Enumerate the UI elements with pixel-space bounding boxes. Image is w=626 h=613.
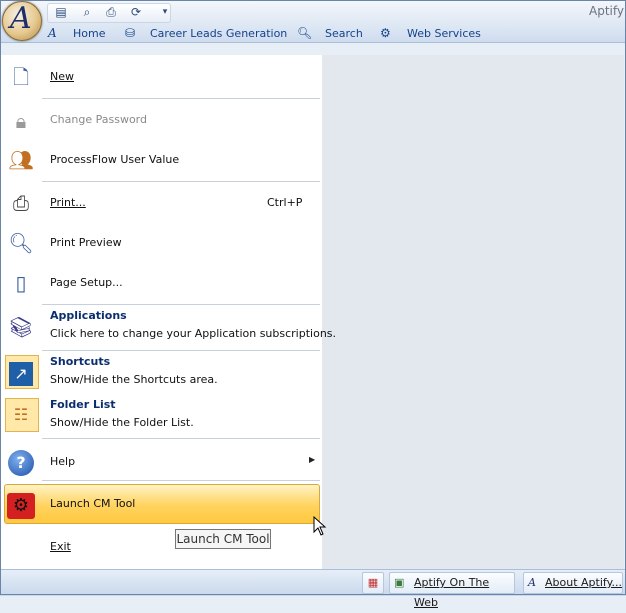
preview-icon[interactable]: ⌕	[77, 2, 97, 22]
aptify-on-the-web-label: Aptify On The Web	[414, 576, 490, 609]
folder-list-description: Show/Hide the Folder List.	[50, 416, 194, 429]
menu-separator	[42, 98, 320, 99]
menu-item-print[interactable]: Print...	[50, 196, 86, 209]
menu-item-page-setup[interactable]: Page Setup...	[50, 276, 123, 289]
database-icon: ⛁	[125, 26, 136, 40]
search-icon: 🔍︎	[297, 26, 313, 40]
menu-item-help[interactable]: Help	[50, 455, 75, 468]
about-aptify-label: About Aptify...	[545, 576, 623, 589]
menu-separator	[42, 304, 320, 305]
shortcut-arrow-icon: ↗	[6, 357, 36, 387]
aptify-small-icon: A	[528, 576, 536, 589]
tab-home[interactable]: Home	[73, 27, 105, 40]
refresh-icon[interactable]: ⟳	[126, 2, 146, 22]
document-icon[interactable]: ▤	[51, 2, 71, 22]
cm-tool-gear-icon: ⚙	[6, 489, 36, 519]
menu-separator	[42, 350, 320, 351]
recent-items-area	[322, 55, 624, 569]
applications-books-icon: 📚︎	[8, 315, 34, 339]
print-shortcut-label: Ctrl+P	[267, 196, 303, 209]
print-icon[interactable]: ⎙	[101, 2, 121, 22]
dropdown-icon[interactable]: ▾	[155, 2, 175, 22]
window-title: Aptify	[589, 4, 624, 18]
menu-item-shortcuts[interactable]: Shortcuts	[50, 355, 110, 368]
folder-tree-icon: ☷	[13, 405, 29, 424]
about-aptify-button[interactable]: A About Aptify...	[523, 572, 623, 594]
new-document-icon: 🗋	[12, 65, 30, 89]
aptify-logo-icon: A	[10, 1, 32, 36]
menu-item-change-password: Change Password	[50, 113, 147, 126]
applications-description: Click here to change your Application su…	[50, 327, 337, 340]
tooltip: Launch CM Tool	[175, 529, 271, 549]
page-setup-icon: ▯	[15, 271, 27, 295]
print-preview-icon: 🔍︎	[8, 231, 34, 255]
printer-icon: ⎙	[13, 191, 29, 215]
menu-separator	[42, 438, 320, 439]
menu-item-launch-cm-tool[interactable]: Launch CM Tool	[50, 497, 135, 510]
submenu-arrow-icon: ▶	[309, 455, 316, 464]
tab-search[interactable]: Search	[325, 27, 363, 40]
lock-icon: 🔒︎	[15, 109, 27, 133]
menu-item-print-preview[interactable]: Print Preview	[50, 236, 122, 249]
help-icon: ?	[6, 446, 36, 476]
menu-item-exit[interactable]: Exit	[50, 540, 71, 553]
aptify-on-the-web-button[interactable]: ▣ Aptify On The Web	[389, 572, 515, 609]
status-bar-notes-icon[interactable]: ▦	[362, 572, 384, 594]
menu-item-applications[interactable]: Applications	[50, 309, 127, 322]
tab-career-leads-generation[interactable]: Career Leads Generation	[150, 27, 287, 40]
application-button[interactable]: A	[2, 1, 42, 41]
menu-item-folder-list[interactable]: Folder List	[50, 398, 116, 411]
web-page-icon: ▣	[394, 576, 405, 589]
menu-separator	[42, 181, 320, 182]
menu-item-processflow-user-value[interactable]: ProcessFlow User Value	[50, 153, 179, 166]
tab-web-services[interactable]: Web Services	[407, 27, 481, 40]
web-services-icon: ⚙	[380, 26, 391, 40]
menu-item-new[interactable]: New	[50, 70, 74, 83]
users-icon: 👥︎	[8, 148, 34, 172]
aptify-icon: A	[48, 26, 57, 40]
menu-separator	[42, 480, 320, 481]
shortcuts-description: Show/Hide the Shortcuts area.	[50, 373, 218, 386]
mouse-cursor-icon	[313, 516, 327, 536]
